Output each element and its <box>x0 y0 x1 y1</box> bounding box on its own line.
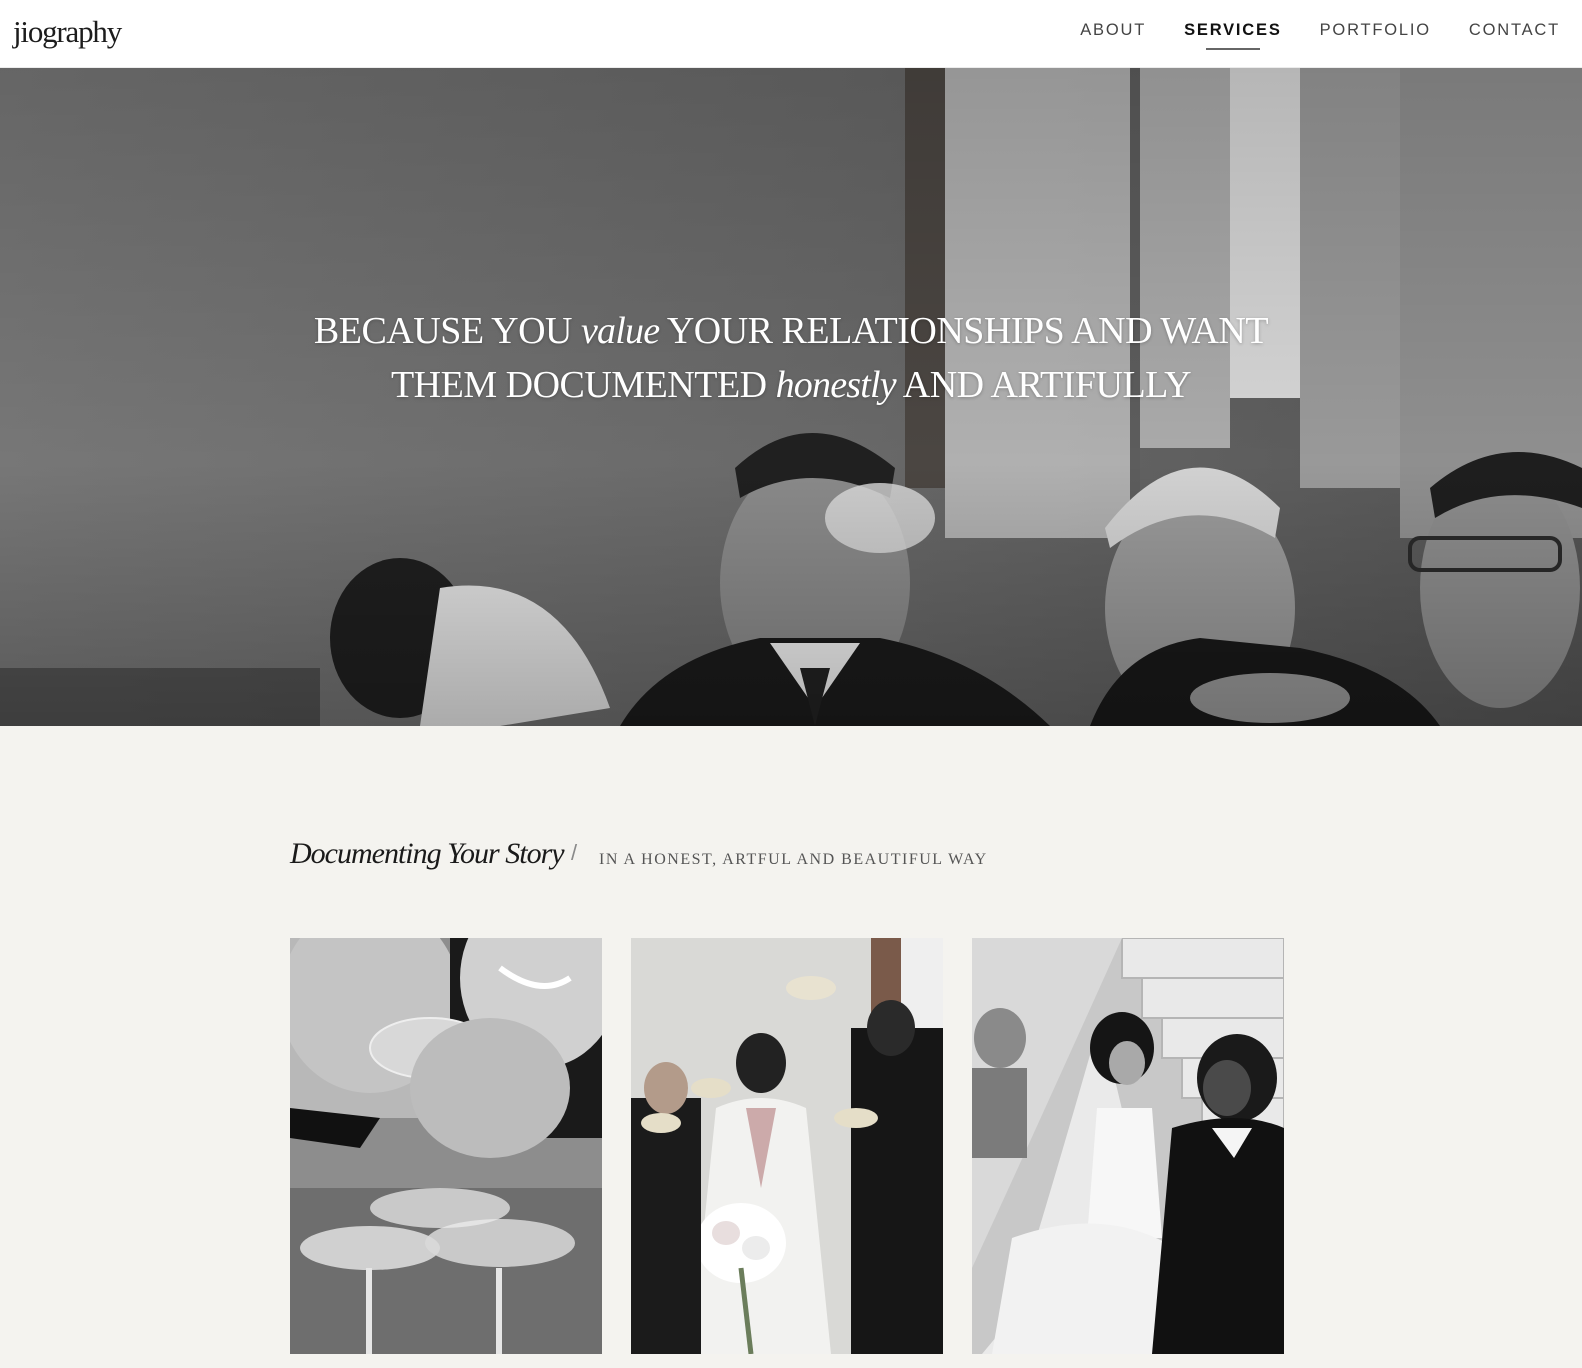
section-title: Documenting Your Story <box>290 837 565 870</box>
site-logo[interactable]: jiography <box>13 14 122 50</box>
hero-headline-line2: THEM DOCUMENTED honestly AND ARTIFULLY <box>0 358 1582 412</box>
nav-services[interactable]: SERVICES <box>1184 0 1282 68</box>
hero-headline: BECAUSE YOU value YOUR RELATIONSHIPS AND… <box>0 304 1582 412</box>
hero-line2-pre: THEM DOCUMENTED <box>390 364 767 406</box>
photo-bride-toast[interactable] <box>631 938 943 1354</box>
hero-headline-line1: BECAUSE YOU value YOUR RELATIONSHIPS AND… <box>0 304 1582 358</box>
photo-couple-champagne[interactable] <box>290 938 602 1354</box>
title-separator: / <box>571 840 578 865</box>
hero-line1-pre: BECAUSE YOU <box>313 310 573 352</box>
section-subtitle: IN A HONEST, ARTFUL AND BEAUTIFUL WAY <box>599 851 988 868</box>
hero-line2-emphasis: honestly <box>775 364 897 406</box>
hero-line1-post: YOUR RELATIONSHIPS AND WANT <box>666 310 1269 352</box>
nav-portfolio[interactable]: PORTFOLIO <box>1320 0 1431 68</box>
site-header: jiography ABOUT SERVICES PORTFOLIO CONTA… <box>0 0 1582 68</box>
nav-about[interactable]: ABOUT <box>1080 0 1146 68</box>
nav-contact[interactable]: CONTACT <box>1469 0 1560 68</box>
hero-line1-emphasis: value <box>580 310 660 352</box>
hero-banner: BECAUSE YOU value YOUR RELATIONSHIPS AND… <box>0 68 1582 726</box>
hero-line2-post: AND ARTIFULLY <box>902 364 1192 406</box>
photo-couple-staircase[interactable] <box>972 938 1284 1354</box>
main-nav: ABOUT SERVICES PORTFOLIO CONTACT <box>1042 0 1560 68</box>
